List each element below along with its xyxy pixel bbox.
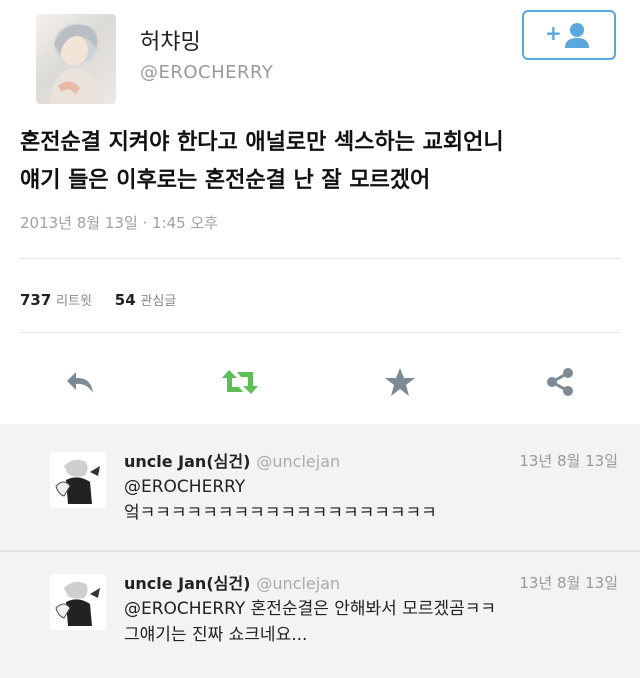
retweet-button[interactable] <box>220 362 260 402</box>
star-icon <box>385 368 415 396</box>
reply-author[interactable]: uncle Jan(심건) @unclejan <box>124 448 340 472</box>
reply-text-line: 엌ㅋㅋㅋㅋㅋㅋㅋㅋㅋㅋㅋㅋㅋㅋㅋㅋㅋㅋㅋ <box>124 503 437 523</box>
author-name[interactable]: 허챠밍 <box>140 24 201 56</box>
reply-date: 13년 8월 13일 <box>519 574 618 592</box>
reply-date: 13년 8월 13일 <box>519 452 618 470</box>
reply-author[interactable]: uncle Jan(심건) @unclejan <box>124 570 340 594</box>
divider <box>20 258 620 259</box>
reply-author-handle[interactable]: @unclejan <box>256 574 340 593</box>
reply-avatar[interactable] <box>50 452 106 508</box>
retweet-icon <box>222 370 258 394</box>
share-button[interactable] <box>540 362 580 402</box>
favorite-count[interactable]: 54 <box>115 291 136 309</box>
reply-author-handle[interactable]: @unclejan <box>256 452 340 471</box>
add-user-icon: + <box>545 21 589 48</box>
follow-button[interactable]: + <box>522 10 616 60</box>
share-icon <box>547 368 573 396</box>
reply-author-name[interactable]: uncle Jan(심건) <box>124 574 250 593</box>
reply-item[interactable]: uncle Jan(심건) @unclejan 13년 8월 13일 @EROCH… <box>0 552 640 678</box>
divider <box>20 332 620 333</box>
reply-text: @EROCHERRY 엌ㅋㅋㅋㅋㅋㅋㅋㅋㅋㅋㅋㅋㅋㅋㅋㅋㅋㅋㅋ <box>124 474 624 526</box>
tweet-text: 혼전순결 지켜야 한다고 애널로만 섹스하는 교회언니 얘기 들은 이후로는 혼… <box>20 124 625 200</box>
reply-item[interactable]: uncle Jan(심건) @unclejan 13년 8월 13일 @EROCH… <box>0 428 640 554</box>
reply-text-line: @EROCHERRY <box>124 477 246 497</box>
svg-text:+: + <box>545 21 562 45</box>
reply-text-line: @EROCHERRY 혼전순결은 안해봐서 모르겠곰ㅋㅋ <box>124 599 497 619</box>
reply-avatar[interactable] <box>50 574 106 630</box>
reply-text-line: 그얘기는 진짜 쇼크네요... <box>124 625 308 645</box>
favorite-label[interactable]: 관심글 <box>140 294 176 309</box>
tweet-detail: 허챠밍 @EROCHERRY + 혼전순결 지켜야 한다고 애널로만 섹스하는 … <box>0 0 640 424</box>
tweet-text-line: 혼전순결 지켜야 한다고 애널로만 섹스하는 교회언니 <box>20 130 504 155</box>
favorite-button[interactable] <box>380 362 420 402</box>
reply-author-name[interactable]: uncle Jan(심건) <box>124 452 250 471</box>
reply-icon <box>67 372 93 393</box>
tweet-stats: 737 리트윗 54 관심글 <box>20 290 194 309</box>
reply-text: @EROCHERRY 혼전순결은 안해봐서 모르겠곰ㅋㅋ 그얘기는 진짜 쇼크네… <box>124 596 624 648</box>
tweet-timestamp[interactable]: 2013년 8월 13일 · 1:45 오후 <box>20 212 218 233</box>
retweet-count[interactable]: 737 <box>20 291 51 309</box>
tweet-text-line: 얘기 들은 이후로는 혼전순결 난 잘 모르겠어 <box>20 168 431 193</box>
author-handle[interactable]: @EROCHERRY <box>140 62 273 83</box>
author-avatar[interactable] <box>36 14 116 104</box>
reply-button[interactable] <box>60 362 100 402</box>
retweet-label[interactable]: 리트윗 <box>56 294 92 309</box>
